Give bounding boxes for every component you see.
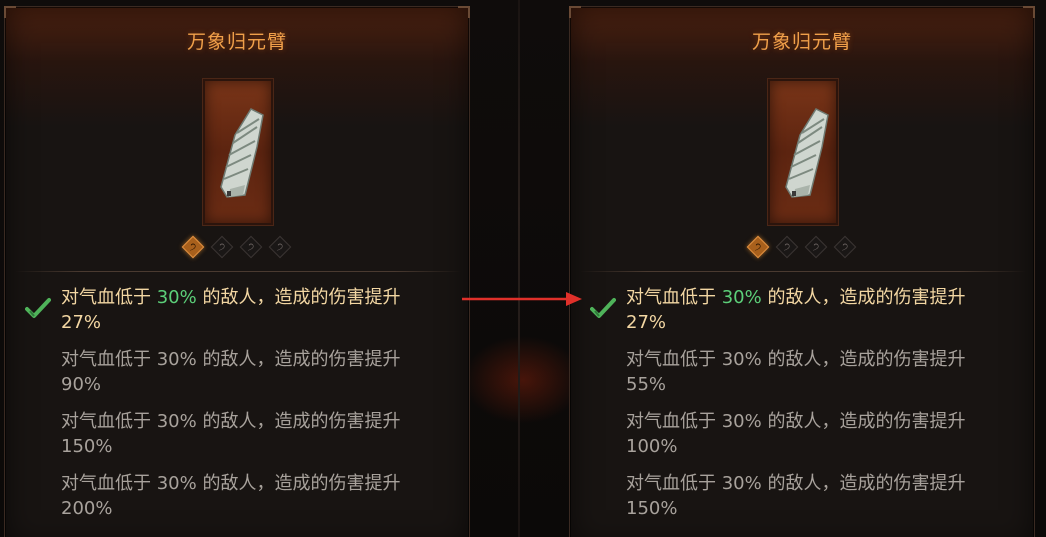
effect-text: 对气血低于 (61, 411, 157, 432)
panel-divider (518, 0, 520, 537)
section-separator (580, 271, 1026, 272)
gem-socket-empty-icon[interactable]: ੭ (210, 235, 234, 259)
gem-socket-filled-icon[interactable]: ੭ (746, 235, 770, 259)
effect-threshold: 30% (156, 349, 197, 370)
effect-threshold: 30% (156, 473, 197, 494)
effect-value: 27% (626, 312, 667, 333)
effect-row: 对气血低于 30% 的敌人，造成的伤害提升 200% (5, 471, 469, 533)
effect-value: 100% (626, 436, 678, 457)
gem-socket-empty-icon[interactable]: ੭ (833, 235, 857, 259)
section-separator (15, 271, 461, 272)
red-arrow-icon (462, 292, 582, 306)
gem-symbol: ੭ (218, 242, 226, 253)
effect-text: 的敌人，造成的伤害提升 (196, 411, 401, 432)
gem-symbol: ੭ (189, 242, 197, 253)
effect-text: 对气血低于 (626, 349, 722, 370)
effect-text: 对气血低于 (61, 473, 157, 494)
effect-text: 的敌人，造成的伤害提升 (196, 473, 401, 494)
effect-text: 的敌人，造成的伤害提升 (196, 349, 401, 370)
gem-symbol: ੭ (812, 242, 820, 253)
effect-threshold: 30% (721, 411, 762, 432)
gem-symbol: ੭ (783, 242, 791, 253)
effect-row: 对气血低于 30% 的敌人，造成的伤害提升 55% (570, 347, 1034, 409)
effect-row: 对气血低于 30% 的敌人，造成的伤害提升 150% (570, 471, 1034, 533)
effect-text: 的敌人，造成的伤害提升 (761, 473, 966, 494)
effect-row: 对气血低于 30% 的敌人，造成的伤害提升 150% (5, 409, 469, 471)
item-tooltip-panel-right: 万象归元臂 ੭ ੭ ੭ ੭ 对气血低于 30% 的敌人，造成的伤害提升 27% … (569, 6, 1035, 537)
effect-text: 的敌人，造成的伤害提升 (761, 411, 966, 432)
effect-value: 150% (61, 436, 113, 457)
effect-threshold: 30% (721, 287, 762, 308)
effect-value: 200% (61, 498, 113, 519)
effect-text: 对气血低于 (626, 473, 722, 494)
effect-text: 的敌人，造成的伤害提升 (761, 287, 966, 308)
gem-symbol: ੭ (247, 242, 255, 253)
effect-row: 对气血低于 30% 的敌人，造成的伤害提升 100% (570, 409, 1034, 471)
bandaged-arm-guard-icon (785, 108, 829, 198)
gem-socket-empty-icon[interactable]: ੭ (804, 235, 828, 259)
gem-socket-filled-icon[interactable]: ੭ (181, 235, 205, 259)
effect-text: 对气血低于 (626, 287, 722, 308)
effect-row-active: 对气血低于 30% 的敌人，造成的伤害提升 27% (570, 285, 1034, 347)
effect-text: 对气血低于 (61, 287, 157, 308)
effect-text: 的敌人，造成的伤害提升 (196, 287, 401, 308)
effect-value: 55% (626, 374, 667, 395)
effect-list: 对气血低于 30% 的敌人，造成的伤害提升 27% 对气血低于 30% 的敌人，… (5, 285, 469, 533)
effect-text: 的敌人，造成的伤害提升 (761, 349, 966, 370)
gem-symbol: ੭ (276, 242, 284, 253)
effect-threshold: 30% (156, 411, 197, 432)
bandaged-arm-guard-icon (220, 108, 264, 198)
checkmark-icon (590, 298, 616, 318)
item-title: 万象归元臂 (186, 31, 287, 53)
gem-symbol: ੭ (841, 242, 849, 253)
socket-gems: ੭ ੭ ੭ ੭ (746, 235, 860, 259)
gem-socket-empty-icon[interactable]: ੭ (775, 235, 799, 259)
effect-row-active: 对气血低于 30% 的敌人，造成的伤害提升 27% (5, 285, 469, 347)
item-tooltip-panel-left: 万象归元臂 ੭ ੭ ੭ ੭ 对气血低于 30% 的敌人，造成的伤害提升 27% … (4, 6, 470, 537)
effect-threshold: 30% (156, 287, 197, 308)
panel-corner-ornament (569, 6, 581, 18)
item-title: 万象归元臂 (751, 31, 852, 53)
effect-value: 150% (626, 498, 678, 519)
effect-threshold: 30% (721, 473, 762, 494)
effect-row: 对气血低于 30% 的敌人，造成的伤害提升 90% (5, 347, 469, 409)
item-icon-frame[interactable] (768, 79, 838, 225)
gem-socket-empty-icon[interactable]: ੭ (268, 235, 292, 259)
gem-socket-empty-icon[interactable]: ੭ (239, 235, 263, 259)
item-icon-frame[interactable] (203, 79, 273, 225)
effect-value: 90% (61, 374, 102, 395)
effect-value: 27% (61, 312, 102, 333)
effect-threshold: 30% (721, 349, 762, 370)
panel-corner-ornament (4, 6, 16, 18)
socket-gems: ੭ ੭ ੭ ੭ (181, 235, 295, 259)
effect-text: 对气血低于 (61, 349, 157, 370)
gem-symbol: ੭ (754, 242, 762, 253)
comparison-stage: 万象归元臂 ੭ ੭ ੭ ੭ 对气血低于 30% 的敌人，造成的伤害提升 27% … (0, 0, 1046, 537)
panel-corner-ornament (1023, 6, 1035, 18)
effect-text: 对气血低于 (626, 411, 722, 432)
effect-list: 对气血低于 30% 的敌人，造成的伤害提升 27% 对气血低于 30% 的敌人，… (570, 285, 1034, 533)
checkmark-icon (25, 298, 51, 318)
panel-corner-ornament (458, 6, 470, 18)
